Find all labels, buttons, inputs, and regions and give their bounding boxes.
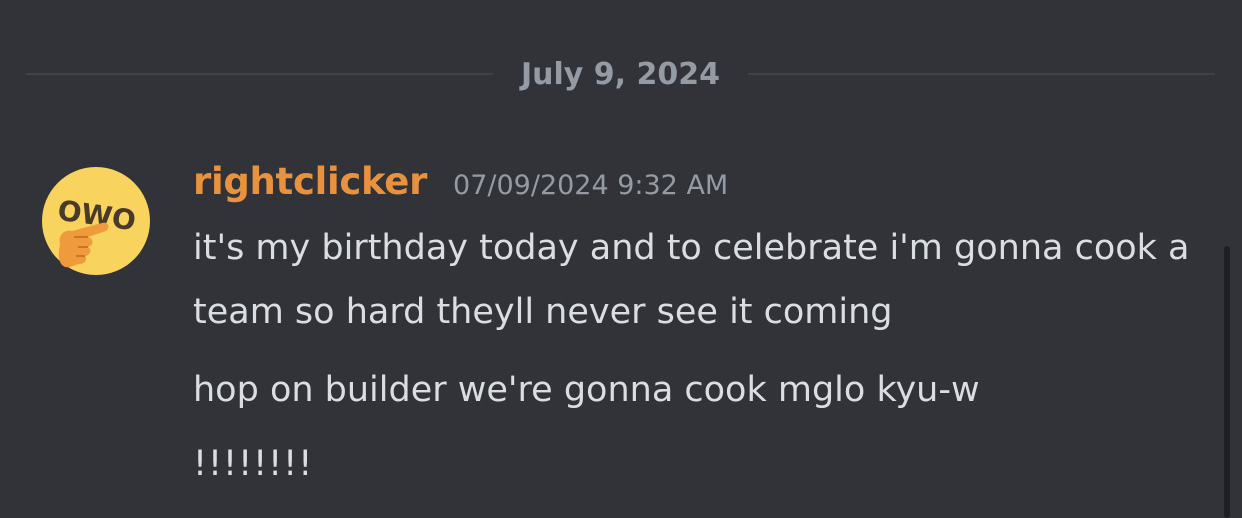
divider-line-left [26,73,493,75]
message-line-1: it's my birthday today and to celebrate … [193,228,1190,332]
message-line-3: !!!!!!!! [193,444,314,484]
date-divider-label: July 9, 2024 [521,56,721,92]
message-line-2: hop on builder we're gonna cook mglo kyu… [193,370,980,410]
owo-pointing-emoji-icon: OWO [42,167,150,275]
message-timestamp[interactable]: 07/09/2024 9:32 AM [453,170,728,201]
message-header: rightclicker 07/09/2024 9:32 AM [193,160,1213,216]
chat-view: July 9, 2024 OWO rightclicker 07/09/2024… [0,0,1242,518]
divider-line-right [748,73,1216,75]
username[interactable]: rightclicker [193,160,427,203]
avatar[interactable]: OWO [40,165,152,277]
date-divider: July 9, 2024 [26,54,1216,94]
message-content: rightclicker 07/09/2024 9:32 AM it's my … [193,160,1213,496]
scrollbar[interactable] [1224,246,1230,518]
